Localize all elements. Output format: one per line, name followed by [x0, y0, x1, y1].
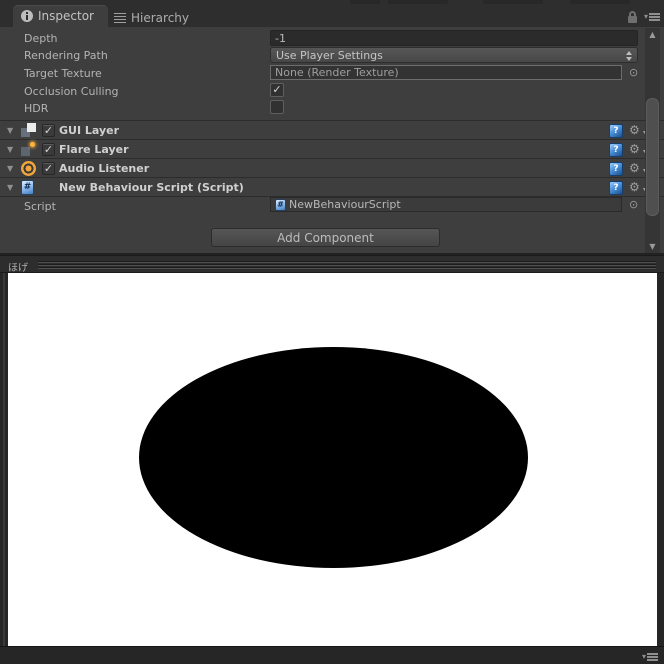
target-texture-value: None (Render Texture): [275, 66, 399, 79]
hdr-checkbox[interactable]: [270, 100, 284, 114]
checkmark-icon: ✓: [272, 83, 282, 96]
rendering-path-value: Use Player Settings: [276, 48, 383, 62]
gui-layer-icon: [21, 123, 36, 138]
inspector-tab-bar: Inspector Hierarchy ▾: [0, 5, 664, 27]
audio-listener-title: Audio Listener: [59, 162, 150, 175]
component-header-gui-layer[interactable]: ▼ ✓ GUI Layer ? ⚙ ▾: [0, 120, 664, 139]
audio-listener-enabled-checkbox[interactable]: ✓: [42, 162, 55, 175]
separator: [0, 196, 664, 197]
game-ellipse: [139, 347, 528, 568]
hdr-label: HDR: [24, 102, 49, 115]
titlebar-grip-stripes: [38, 261, 656, 269]
inspector-info-icon: [21, 10, 33, 22]
lock-icon[interactable]: [627, 11, 638, 23]
flare-layer-enabled-checkbox[interactable]: ✓: [42, 143, 55, 156]
scroll-down-icon[interactable]: ▼: [645, 242, 660, 251]
script-label: Script: [24, 200, 56, 213]
toolbar-remnant: [483, 0, 543, 4]
hierarchy-list-icon: [114, 13, 126, 23]
menu-caret-icon: ▾: [643, 12, 648, 21]
checkmark-icon: ✓: [43, 124, 54, 137]
gear-icon[interactable]: ⚙: [629, 161, 640, 176]
dropdown-arrows-icon: [626, 51, 632, 61]
foldout-icon[interactable]: ▼: [7, 164, 13, 173]
help-icon[interactable]: ?: [609, 124, 623, 138]
tab-inspector-label: Inspector: [38, 9, 94, 23]
help-icon[interactable]: ?: [609, 181, 623, 195]
new-behaviour-script-title: New Behaviour Script (Script): [59, 181, 244, 194]
game-canvas: [8, 273, 657, 646]
toolbar-remnant: [350, 0, 380, 4]
tab-hierarchy-label: Hierarchy: [131, 11, 190, 25]
help-icon[interactable]: ?: [609, 162, 623, 176]
component-header-new-behaviour-script[interactable]: ▼ # New Behaviour Script (Script) ? ⚙ ▾: [0, 177, 664, 196]
checkmark-icon: ✓: [43, 143, 54, 156]
panel-menu-icon[interactable]: ▾: [644, 13, 660, 21]
csharp-script-icon: #: [275, 198, 286, 211]
panel-menu-icon[interactable]: ▾: [642, 653, 658, 661]
audio-listener-icon: [21, 161, 36, 176]
script-object-field[interactable]: # NewBehaviourScript: [270, 197, 622, 212]
flare-layer-icon: [21, 142, 36, 157]
toolbar-remnant: [388, 0, 448, 4]
game-view-region: [0, 273, 664, 646]
component-header-audio-listener[interactable]: ▼ ✓ Audio Listener ? ⚙ ▾: [0, 158, 664, 177]
window-edge-groove: [3, 273, 5, 646]
menu-caret-icon: ▾: [641, 652, 646, 661]
occlusion-culling-label: Occlusion Culling: [24, 85, 119, 98]
rendering-path-dropdown[interactable]: Use Player Settings: [270, 47, 638, 63]
game-window-titlebar[interactable]: ほげ: [0, 255, 664, 274]
tab-hierarchy[interactable]: Hierarchy: [114, 9, 189, 27]
target-texture-field[interactable]: None (Render Texture): [270, 65, 622, 80]
foldout-icon[interactable]: ▼: [7, 126, 13, 135]
add-component-label: Add Component: [277, 230, 374, 245]
depth-value: -1: [275, 31, 286, 45]
gear-icon[interactable]: ⚙: [629, 180, 640, 195]
tab-inspector[interactable]: Inspector: [13, 5, 108, 27]
object-picker-icon[interactable]: ⊙: [629, 199, 638, 210]
game-window-title: ほげ: [8, 263, 28, 274]
scrollbar-thumb[interactable]: [646, 98, 659, 216]
unity-editor-window: Inspector Hierarchy ▾ Depth -1 Rendering…: [0, 0, 664, 664]
gui-layer-enabled-checkbox[interactable]: ✓: [42, 124, 55, 137]
gear-icon[interactable]: ⚙: [629, 142, 640, 157]
help-icon[interactable]: ?: [609, 143, 623, 157]
rendering-path-label: Rendering Path: [24, 49, 108, 62]
inspector-scrollbar[interactable]: ▲ ▼: [645, 28, 660, 253]
component-header-flare-layer[interactable]: ▼ ✓ Flare Layer ? ⚙ ▾: [0, 139, 664, 158]
toolbar-remnant: [570, 0, 630, 4]
add-component-button[interactable]: Add Component: [211, 228, 440, 247]
foldout-icon[interactable]: ▼: [7, 183, 13, 192]
gear-icon[interactable]: ⚙: [629, 123, 640, 138]
menu-lines-icon: [647, 653, 658, 661]
target-texture-label: Target Texture: [24, 67, 102, 80]
object-picker-icon[interactable]: ⊙: [629, 67, 638, 78]
script-value: NewBehaviourScript: [289, 198, 401, 211]
occlusion-culling-checkbox[interactable]: ✓: [270, 83, 284, 97]
bottom-strip: ▾: [0, 646, 664, 664]
depth-label: Depth: [24, 32, 58, 45]
checkmark-icon: ✓: [43, 162, 54, 175]
scroll-up-icon[interactable]: ▲: [645, 30, 660, 39]
gui-layer-title: GUI Layer: [59, 124, 120, 137]
menu-lines-icon: [649, 13, 660, 21]
flare-layer-title: Flare Layer: [59, 143, 129, 156]
csharp-script-icon: #: [21, 180, 34, 195]
depth-field[interactable]: -1: [270, 30, 638, 46]
foldout-icon[interactable]: ▼: [7, 145, 13, 154]
